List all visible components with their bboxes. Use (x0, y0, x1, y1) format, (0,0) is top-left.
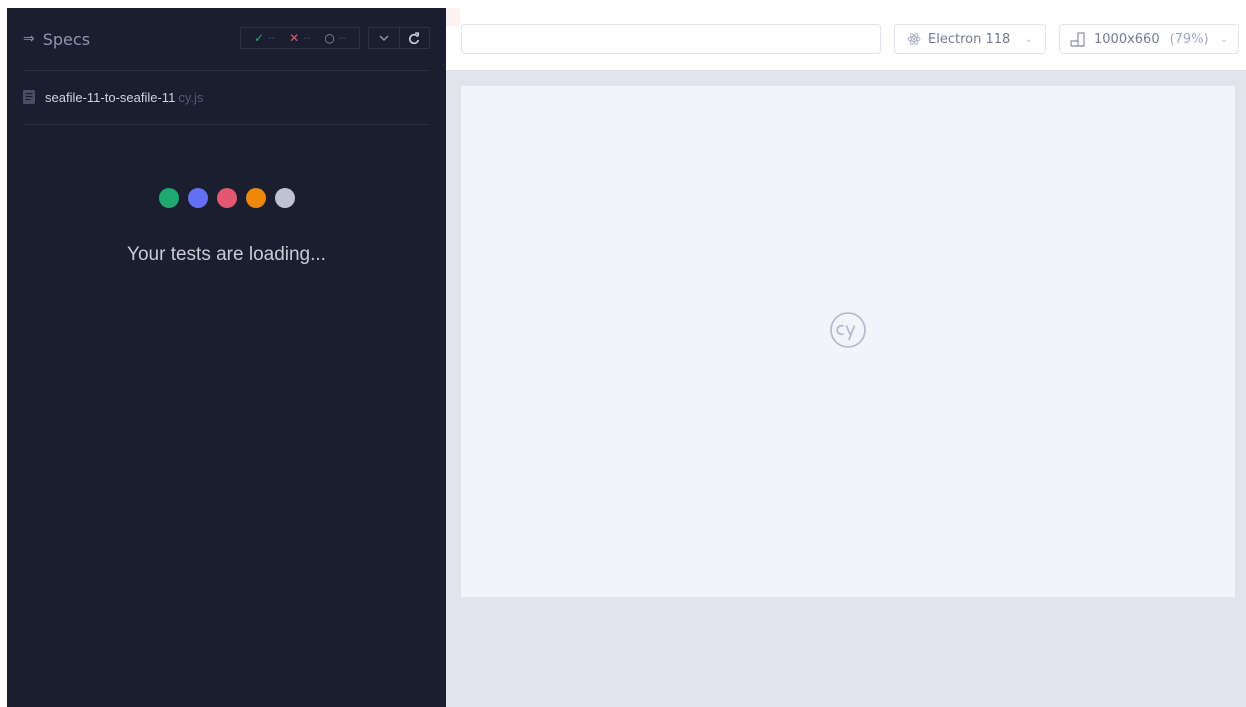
chevron-down-icon (379, 35, 389, 41)
aut-header: Electron 118 ⌄ 1000x660 (79%) ⌄ (446, 8, 1246, 70)
chevron-down-icon: ⌄ (1024, 33, 1033, 45)
cypress-logo-icon (830, 312, 866, 348)
electron-icon (907, 33, 921, 45)
reload-icon (409, 31, 420, 44)
specs-label: Specs (42, 29, 91, 49)
loading-dot (274, 188, 295, 208)
passed-stat: ✓ -- (254, 31, 275, 45)
url-input[interactable] (461, 24, 881, 54)
arrow-right-icon: ⇒ (23, 31, 35, 47)
viewport-size: 1000x660 (1094, 31, 1160, 47)
loading-message: Your tests are loading... (127, 244, 326, 265)
aut-iframe[interactable] (461, 86, 1235, 597)
reload-button[interactable] (398, 28, 430, 48)
check-icon: ✓ (253, 31, 265, 45)
browser-label: Electron 118 (928, 31, 1011, 47)
loading-dot (245, 188, 266, 208)
reporter-panel: ⇒ Specs ✓ -- ✕ -- ○ -- seafile-11-to-sea… (7, 8, 446, 707)
header-divider (23, 70, 430, 71)
pending-icon: ○ (324, 31, 335, 45)
spec-file-item[interactable]: seafile-11-to-seafile-11 cy.js (23, 88, 203, 108)
spec-file-extension: cy.js (178, 90, 204, 105)
failed-count: -- (303, 32, 311, 44)
passed-count: -- (268, 32, 276, 44)
specs-toggle-button[interactable]: ⇒ Specs (23, 28, 90, 50)
x-icon: ✕ (289, 31, 300, 45)
reporter-controls (368, 27, 430, 49)
failed-stat: ✕ -- (289, 31, 310, 45)
reporter-header: ⇒ Specs ✓ -- ✕ -- ○ -- (7, 8, 446, 70)
pending-stat: ○ -- (324, 31, 346, 45)
top-strip (446, 8, 460, 26)
aut-stage (446, 70, 1246, 707)
test-stats: ✓ -- ✕ -- ○ -- (240, 27, 360, 49)
loading-dot (158, 188, 179, 208)
viewport-info-button[interactable]: 1000x660 (79%) ⌄ (1059, 24, 1239, 54)
pending-count: -- (338, 32, 347, 44)
loading-indicator (7, 188, 446, 208)
collapse-dropdown-button[interactable] (369, 28, 399, 48)
loading-dot (187, 188, 208, 208)
document-icon (23, 90, 37, 106)
chevron-down-icon: ⌄ (1219, 33, 1228, 45)
spec-divider (23, 124, 430, 125)
viewport-icon (1070, 31, 1085, 47)
spec-file-name: seafile-11-to-seafile-11 (45, 90, 176, 105)
loading-dot (216, 188, 237, 208)
viewport-scale: (79%) (1169, 31, 1209, 47)
browser-selector-button[interactable]: Electron 118 ⌄ (894, 24, 1046, 54)
